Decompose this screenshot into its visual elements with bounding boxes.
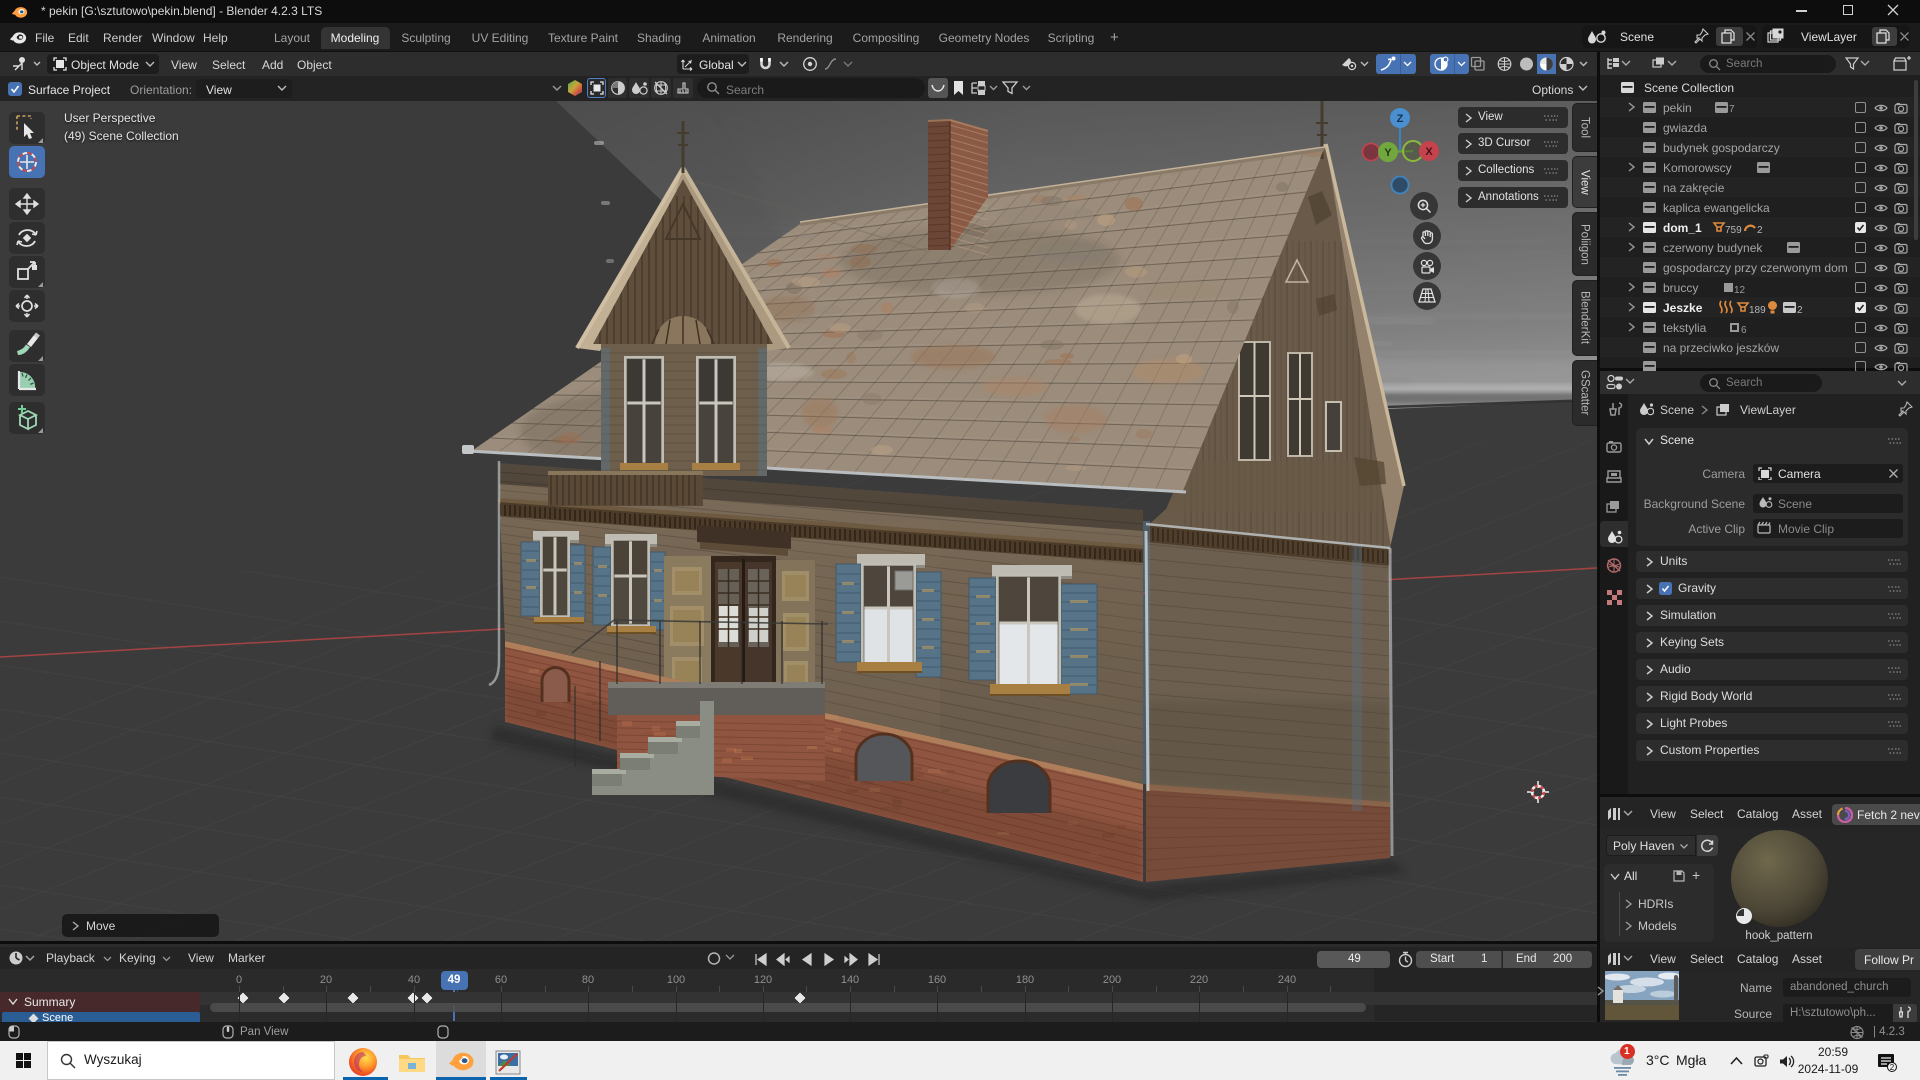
svg-text:X: X xyxy=(1425,146,1433,158)
svg-text:2: 2 xyxy=(1890,1063,1895,1072)
svg-text:Z: Z xyxy=(1397,113,1404,125)
svg-text:Y: Y xyxy=(1384,147,1392,159)
